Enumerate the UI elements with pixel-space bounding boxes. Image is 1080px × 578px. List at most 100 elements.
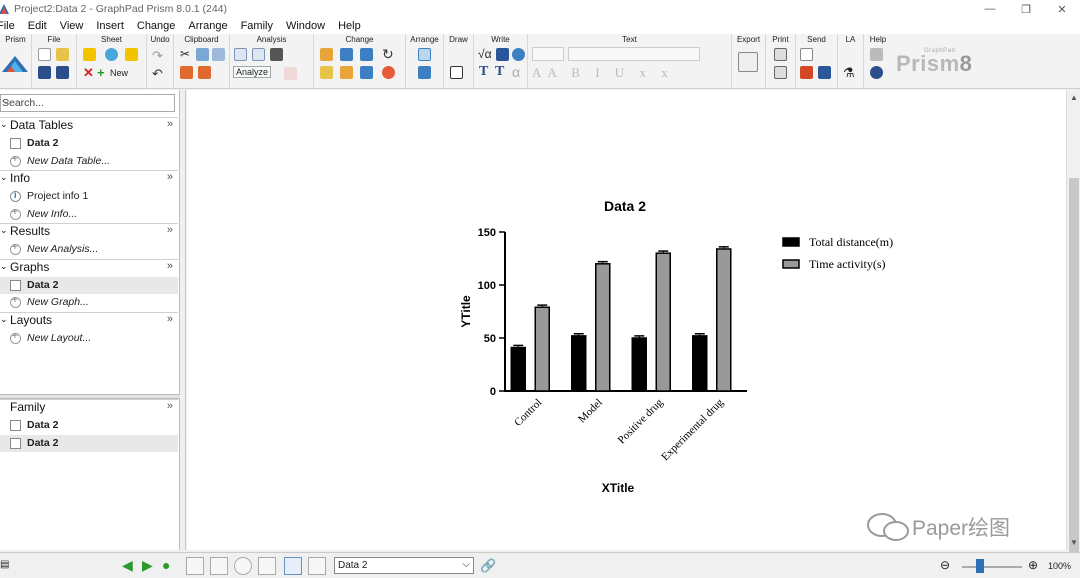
email-icon[interactable] <box>800 48 813 61</box>
sort-icon[interactable] <box>270 48 283 61</box>
nav-new-item[interactable]: New Graph... <box>0 294 178 311</box>
graph-analysis-icon[interactable] <box>252 48 265 61</box>
scroll-thumb[interactable] <box>1069 178 1079 560</box>
close-button[interactable]: ✕ <box>1044 0 1080 18</box>
text-format-icons[interactable]: AA B I U x x <box>532 65 674 81</box>
nav-section-info[interactable]: ⌄ Info » <box>0 170 178 186</box>
pencil-icon[interactable] <box>83 48 96 61</box>
text-tool-icon[interactable]: T <box>479 64 488 80</box>
equation-icon[interactable]: √α <box>478 47 492 61</box>
font-family-select[interactable] <box>568 47 700 61</box>
chevron-down-icon[interactable]: ⌄ <box>0 261 8 272</box>
nav-item[interactable]: Project info 1 <box>0 188 178 205</box>
nav-section-graphs[interactable]: ⌄ Graphs » <box>0 258 178 275</box>
zoom-slider-thumb[interactable] <box>976 559 984 573</box>
menu-help[interactable]: Help <box>338 20 361 32</box>
expand-icon[interactable]: » <box>167 118 173 130</box>
align-icon[interactable] <box>418 48 431 61</box>
lab-archive-icon[interactable]: ⚗ <box>843 65 855 81</box>
menu-window[interactable]: Window <box>286 20 325 32</box>
group-objects-icon[interactable] <box>418 66 431 79</box>
scroll-down-arrow[interactable]: ▼ <box>1070 538 1078 547</box>
word-icon[interactable] <box>496 48 509 61</box>
info-view-icon[interactable] <box>234 557 252 575</box>
table-analysis-icon[interactable] <box>234 48 247 61</box>
rotate-icon[interactable]: ↻ <box>382 46 394 63</box>
open-folder-icon[interactable] <box>56 48 69 61</box>
nav-item[interactable]: Data 2 <box>0 417 178 434</box>
nav-item[interactable]: Data 2 <box>0 434 178 452</box>
symbol-icon[interactable] <box>360 66 373 79</box>
expand-icon[interactable]: » <box>167 400 173 412</box>
redo-icon[interactable]: ↷ <box>152 48 163 64</box>
zoom-slider-track[interactable] <box>962 566 1022 568</box>
vertical-scrollbar[interactable]: ▲ ▼ <box>1066 90 1080 560</box>
nav-section-family[interactable]: Family » <box>0 399 178 415</box>
menu-insert[interactable]: Insert <box>96 20 124 32</box>
word-send-icon[interactable] <box>818 66 831 79</box>
chevron-down-icon[interactable]: ⌵ <box>2 96 171 107</box>
export-icon[interactable] <box>738 52 758 72</box>
go-to-icon[interactable]: ● <box>162 557 170 573</box>
prism-menu-icon[interactable] <box>2 56 28 72</box>
menu-edit[interactable]: Edit <box>28 20 47 32</box>
menu-arrange[interactable]: Arrange <box>188 20 227 32</box>
menu-family[interactable]: Family <box>241 20 273 32</box>
expand-icon[interactable]: » <box>167 313 173 325</box>
restore-button[interactable]: ❐ <box>1008 0 1044 18</box>
help-book-icon[interactable] <box>870 48 883 61</box>
scroll-up-arrow[interactable]: ▲ <box>1070 93 1078 102</box>
graph-view-icon[interactable] <box>284 557 302 575</box>
nav-item[interactable]: Data 2 <box>0 276 178 294</box>
format-icon[interactable] <box>340 66 353 79</box>
expand-icon[interactable]: » <box>167 171 173 183</box>
nav-item[interactable]: Data 2 <box>0 135 178 152</box>
color-scheme-icon[interactable] <box>320 66 333 79</box>
save-icon[interactable] <box>38 66 51 79</box>
chevron-down-icon[interactable]: ⌄ <box>0 225 8 236</box>
graph-type-icon[interactable] <box>320 48 333 61</box>
remove-analysis-icon[interactable] <box>284 67 297 80</box>
snowflake-icon[interactable] <box>105 48 118 61</box>
scale-icon[interactable] <box>360 48 373 61</box>
sheet-selector[interactable]: Data 2 ⌵ <box>334 557 474 574</box>
print-icon[interactable] <box>774 48 787 61</box>
greek-icon[interactable]: α <box>512 64 520 80</box>
nav-new-item[interactable]: New Layout... <box>0 330 178 347</box>
nav-new-item[interactable]: New Info... <box>0 206 178 223</box>
palette-icon[interactable] <box>382 66 395 79</box>
nav-section-data-tables[interactable]: ⌄ Data Tables » <box>0 117 178 133</box>
nav-new-item[interactable]: New Analysis... <box>0 241 178 258</box>
sheet-menu-icon[interactable]: ▤ <box>0 559 9 570</box>
chevron-down-icon[interactable]: ⌵ <box>462 559 470 570</box>
link-icon[interactable]: 🔗 <box>480 558 496 574</box>
prev-sheet-icon[interactable]: ◀ <box>122 557 133 574</box>
nav-new-item[interactable]: New Data Table... <box>0 153 178 170</box>
table-view-icon[interactable] <box>210 557 228 575</box>
expand-icon[interactable]: » <box>167 224 173 236</box>
layout-view-icon[interactable] <box>308 557 326 575</box>
nav-section-results[interactable]: ⌄ Results » <box>0 223 178 239</box>
cut-icon[interactable]: ✂ <box>180 47 190 61</box>
wand-icon[interactable] <box>125 48 138 61</box>
save-all-icon[interactable] <box>56 66 69 79</box>
undo-icon[interactable]: ↶ <box>152 66 163 82</box>
axis-icon[interactable] <box>340 48 353 61</box>
chevron-down-icon[interactable]: ⌄ <box>0 314 8 325</box>
print-preview-icon[interactable] <box>774 66 787 79</box>
copy-special-icon[interactable] <box>212 48 225 61</box>
new-sheet-icon[interactable]: + <box>97 65 105 80</box>
expand-icon[interactable]: » <box>167 260 173 272</box>
navigator-splitter[interactable] <box>0 394 180 399</box>
next-sheet-icon[interactable]: ▶ <box>142 557 153 574</box>
data-table-view-icon[interactable] <box>186 557 204 575</box>
chevron-down-icon[interactable]: ⌄ <box>0 119 8 130</box>
analyze-button[interactable]: Analyze <box>233 66 272 78</box>
paste-icon[interactable] <box>180 66 193 79</box>
menu-change[interactable]: Change <box>137 20 176 32</box>
copy-icon[interactable] <box>196 48 209 61</box>
powerpoint-icon[interactable] <box>800 66 813 79</box>
paste-special-icon[interactable] <box>198 66 211 79</box>
menu-view[interactable]: View <box>60 20 84 32</box>
zoom-in-icon[interactable]: ⊕ <box>1028 558 1038 572</box>
